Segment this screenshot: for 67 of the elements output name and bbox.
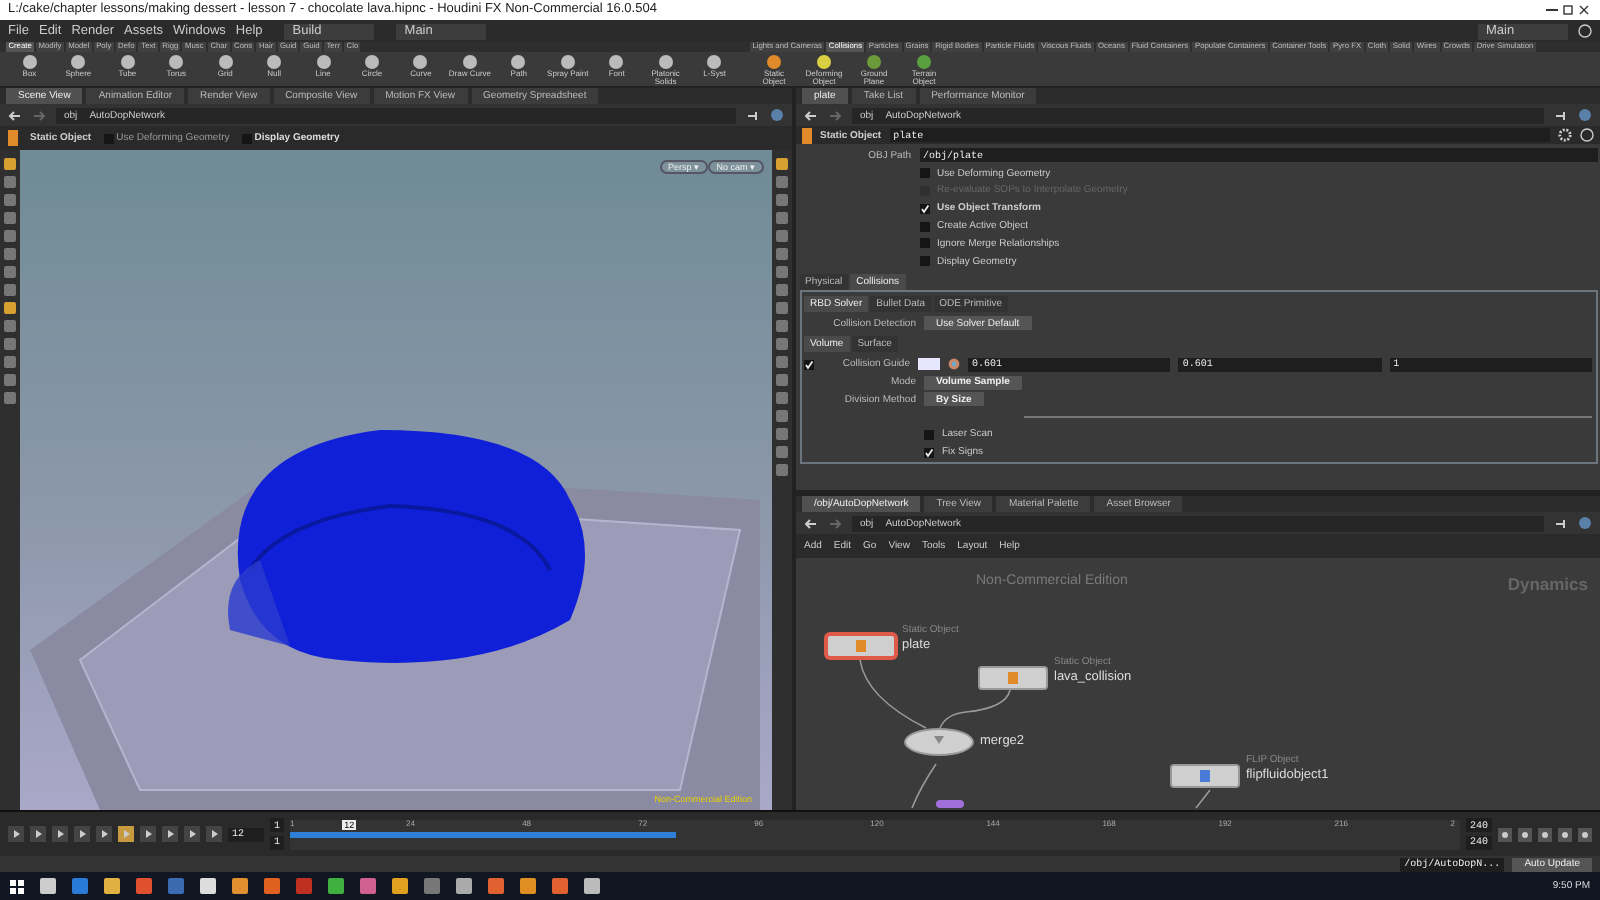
ball-icon xyxy=(559,53,576,70)
network-node[interactable] xyxy=(978,666,1048,690)
close-icon[interactable] xyxy=(1576,4,1592,16)
node-type-icon xyxy=(1008,672,1018,684)
ball-icon xyxy=(608,53,625,70)
ball-icon xyxy=(916,53,932,70)
checkbox[interactable] xyxy=(924,447,934,458)
network-node[interactable] xyxy=(826,634,896,658)
static-object-icon xyxy=(802,127,812,143)
checkbox[interactable] xyxy=(919,203,929,214)
playback-icon[interactable] xyxy=(184,826,200,842)
network-node[interactable] xyxy=(1170,764,1240,788)
start-menu-icon[interactable] xyxy=(10,879,24,893)
tool-icon[interactable] xyxy=(1518,827,1532,841)
ball-icon xyxy=(21,53,38,70)
playback-icon[interactable] xyxy=(74,826,90,842)
playback-icon[interactable] xyxy=(206,826,222,842)
funnel-icon xyxy=(934,736,944,748)
playback-icon[interactable] xyxy=(96,826,112,842)
checkbox[interactable] xyxy=(924,429,934,440)
back-arrow-icon[interactable] xyxy=(804,109,818,121)
ball-icon xyxy=(816,53,832,70)
forward-arrow-icon[interactable] xyxy=(828,109,842,121)
tool-icon[interactable] xyxy=(1538,827,1552,841)
tool-icon[interactable] xyxy=(1558,827,1572,841)
minimize-icon[interactable] xyxy=(1544,4,1560,16)
help-icon[interactable] xyxy=(1580,128,1594,142)
ball-icon xyxy=(412,53,429,70)
ball-icon xyxy=(364,53,381,70)
color-swatch[interactable] xyxy=(918,358,940,371)
node-type-icon xyxy=(856,640,866,652)
ball-icon xyxy=(266,53,283,70)
playback-icon[interactable] xyxy=(162,826,178,842)
gear-icon[interactable] xyxy=(1558,128,1572,142)
checkbox[interactable] xyxy=(919,168,929,179)
ball-icon xyxy=(70,53,87,70)
node-type-icon xyxy=(1200,770,1210,782)
checkbox[interactable] xyxy=(919,238,929,249)
ball-icon xyxy=(217,53,234,70)
back-arrow-icon[interactable] xyxy=(8,109,22,121)
color-wheel-icon[interactable] xyxy=(948,358,960,371)
ball-icon xyxy=(706,53,723,70)
ball-icon xyxy=(866,53,882,70)
ball-icon xyxy=(766,53,782,70)
playback-icon[interactable] xyxy=(30,826,46,842)
checkbox[interactable] xyxy=(919,221,929,232)
tool-icon[interactable] xyxy=(1498,827,1512,841)
back-arrow-icon[interactable] xyxy=(804,517,818,529)
ball-icon xyxy=(657,53,674,70)
ball-icon xyxy=(510,53,527,70)
checkbox[interactable] xyxy=(919,256,929,267)
ball-icon xyxy=(315,53,332,70)
playback-icon[interactable] xyxy=(52,826,68,842)
playback-icon[interactable] xyxy=(140,826,156,842)
restore-icon[interactable] xyxy=(1560,4,1576,16)
ball-icon xyxy=(168,53,185,70)
forward-arrow-icon[interactable] xyxy=(32,109,46,121)
ball-icon xyxy=(119,53,136,70)
playback-icon[interactable] xyxy=(8,826,24,842)
tool-icon[interactable] xyxy=(1578,827,1592,841)
help-icon[interactable] xyxy=(1578,24,1592,38)
merge-node[interactable] xyxy=(904,728,974,756)
static-object-icon xyxy=(8,130,18,146)
node-bar[interactable] xyxy=(936,800,964,808)
forward-arrow-icon[interactable] xyxy=(828,517,842,529)
ball-icon xyxy=(461,53,478,70)
checkbox[interactable] xyxy=(804,359,814,370)
